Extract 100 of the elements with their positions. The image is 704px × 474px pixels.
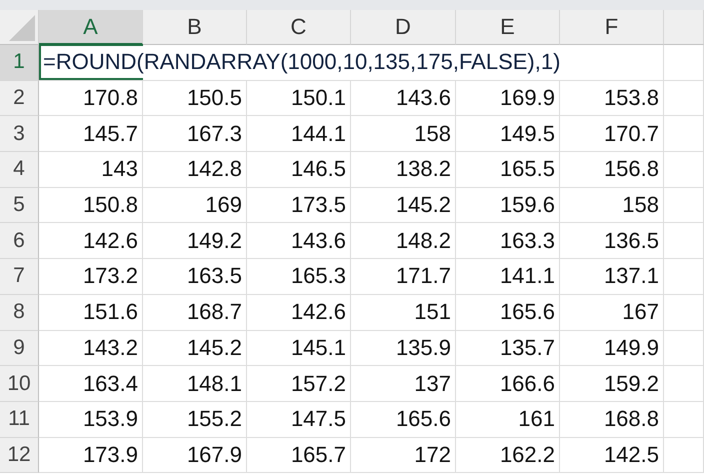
column-header[interactable]: D: [351, 10, 456, 45]
table-cell: 145.2: [351, 188, 456, 224]
table-cell: 166.6: [456, 366, 560, 402]
table-cell: 173.5: [247, 188, 351, 224]
column-header[interactable]: B: [143, 10, 247, 45]
table-cell: 141.1: [456, 259, 560, 295]
column-header[interactable]: [664, 10, 704, 45]
table-cell: 144.1: [247, 116, 351, 152]
table-cell: 149.2: [143, 223, 247, 260]
table-cell: 142.8: [143, 152, 247, 188]
empty-cell[interactable]: [664, 223, 704, 260]
table-cell: 165.3: [247, 259, 351, 295]
table-cell: 143.6: [351, 80, 456, 116]
table-cell: 151.6: [39, 294, 143, 330]
empty-cell[interactable]: [664, 402, 704, 438]
empty-cell[interactable]: [664, 294, 704, 330]
table-cell: 167.3: [143, 116, 247, 152]
table-cell: 156.8: [560, 152, 664, 188]
table-cell: 165.5: [456, 152, 560, 188]
table-cell: 173.9: [39, 438, 143, 474]
table-cell: 150.1: [247, 80, 351, 116]
row-header[interactable]: 6: [0, 223, 39, 260]
table-cell: 163.3: [456, 223, 560, 260]
table-cell: 162.2: [456, 438, 560, 474]
empty-cell[interactable]: [664, 116, 704, 152]
empty-cell[interactable]: [560, 45, 664, 81]
empty-cell[interactable]: [664, 188, 704, 224]
table-cell: 143.2: [39, 330, 143, 366]
empty-cell[interactable]: [664, 80, 704, 116]
table-cell: 167.9: [143, 438, 247, 474]
table-cell: 143.6: [247, 223, 351, 260]
empty-cell[interactable]: [664, 259, 704, 295]
table-cell: 145.7: [39, 116, 143, 152]
table-cell: 165.6: [351, 402, 456, 438]
table-cell: 135.9: [351, 330, 456, 366]
row-header[interactable]: 7: [0, 259, 39, 295]
table-cell: 135.7: [456, 330, 560, 366]
row-header[interactable]: 11: [0, 402, 39, 438]
column-header[interactable]: F: [560, 10, 664, 45]
table-cell: 159.6: [456, 188, 560, 224]
table-cell: 158: [351, 116, 456, 152]
empty-cell[interactable]: [664, 366, 704, 402]
table-cell: 148.1: [143, 366, 247, 402]
empty-cell[interactable]: [664, 152, 704, 188]
table-cell: 137: [351, 366, 456, 402]
row-header[interactable]: 1: [0, 45, 39, 81]
table-cell: 137.1: [560, 259, 664, 295]
table-cell: 158: [560, 188, 664, 224]
table-cell: 169: [143, 188, 247, 224]
table-cell: 145.2: [143, 330, 247, 366]
row-header[interactable]: 3: [0, 116, 39, 152]
row-header[interactable]: 2: [0, 80, 39, 116]
table-cell: 163.5: [143, 259, 247, 295]
table-cell: 168.7: [143, 294, 247, 330]
row-header[interactable]: 9: [0, 330, 39, 366]
table-cell: 143: [39, 152, 143, 188]
table-cell: 165.7: [247, 438, 351, 474]
table-cell: 142.5: [560, 438, 664, 474]
table-cell: 171.7: [351, 259, 456, 295]
select-all-corner[interactable]: [0, 10, 39, 45]
table-cell: 155.2: [143, 402, 247, 438]
empty-cell[interactable]: [664, 45, 704, 81]
table-cell: 136.5: [560, 223, 664, 260]
row-header[interactable]: 4: [0, 152, 39, 188]
formula-text[interactable]: =ROUND(RANDARRAY(1000,10,135,175,FALSE),1): [43, 49, 560, 76]
table-cell: 167: [560, 294, 664, 330]
table-cell: 150.8: [39, 188, 143, 224]
row-header[interactable]: 12: [0, 438, 39, 474]
table-cell: 169.9: [456, 80, 560, 116]
table-cell: 146.5: [247, 152, 351, 188]
table-cell: 150.5: [143, 80, 247, 116]
table-cell: 138.2: [351, 152, 456, 188]
table-cell: 172: [351, 438, 456, 474]
table-cell: 170.8: [39, 80, 143, 116]
table-cell: 161: [456, 402, 560, 438]
table-cell: 163.4: [39, 366, 143, 402]
table-cell: 149.5: [456, 116, 560, 152]
table-cell: 170.7: [560, 116, 664, 152]
row-header[interactable]: 5: [0, 188, 39, 224]
empty-cell[interactable]: [664, 438, 704, 474]
column-header[interactable]: C: [247, 10, 351, 45]
row-header[interactable]: 10: [0, 366, 39, 402]
empty-cell[interactable]: [664, 330, 704, 366]
column-header[interactable]: A: [39, 10, 143, 45]
table-cell: 153.8: [560, 80, 664, 116]
triangle-icon: [9, 15, 35, 41]
table-cell: 142.6: [247, 294, 351, 330]
table-cell: 151: [351, 294, 456, 330]
table-cell: 173.2: [39, 259, 143, 295]
table-cell: 168.8: [560, 402, 664, 438]
row-header[interactable]: 8: [0, 294, 39, 330]
column-header[interactable]: E: [456, 10, 560, 45]
table-cell: 145.1: [247, 330, 351, 366]
table-cell: 165.6: [456, 294, 560, 330]
table-cell: 149.9: [560, 330, 664, 366]
table-cell: 147.5: [247, 402, 351, 438]
table-cell: 157.2: [247, 366, 351, 402]
table-cell: 148.2: [351, 223, 456, 260]
table-cell: 142.6: [39, 223, 143, 260]
table-cell: 153.9: [39, 402, 143, 438]
